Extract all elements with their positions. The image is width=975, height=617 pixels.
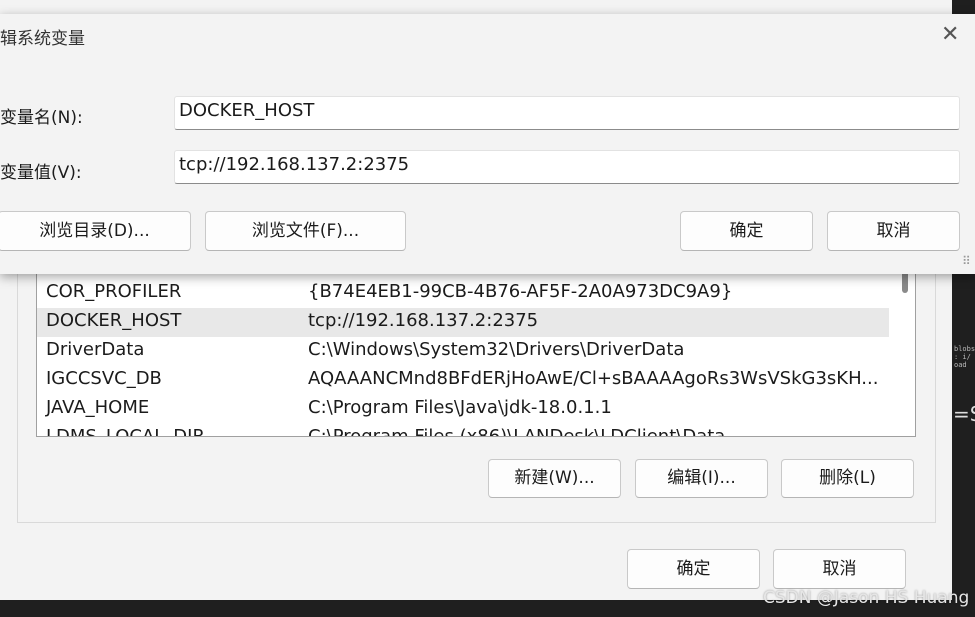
edit-system-variable-dialog: 辑系统变量 ✕ 变量名(N): DOCKER_HOST 变量值(V): tcp:…: [0, 14, 975, 274]
list-item[interactable]: LDMS_LOCAL_DIR C:\Program Files (x86)\LA…: [37, 424, 889, 437]
variable-value: AQAAANCMnd8BFdERjHoAwE/Cl+sBAAAAgoRs3WsV…: [308, 368, 879, 389]
list-scrollbar[interactable]: [899, 271, 909, 436]
variable-name-label: 变量名(N):: [0, 108, 83, 128]
variable-value: tcp://192.168.137.2:2375: [308, 310, 539, 331]
variable-value: C:\Program Files (x86)\LANDesk\LDClient\…: [308, 426, 726, 437]
dialog-ok-button[interactable]: 确定: [680, 211, 813, 251]
variable-value: C:\Windows\System32\Drivers\DriverData: [308, 339, 685, 360]
new-variable-button[interactable]: 新建(W)...: [488, 459, 621, 498]
list-item-selected[interactable]: DOCKER_HOST tcp://192.168.137.2:2375: [37, 308, 889, 337]
variable-name: JAVA_HOME: [46, 397, 150, 418]
main-cancel-button[interactable]: 取消: [773, 549, 906, 589]
main-ok-button[interactable]: 确定: [627, 549, 760, 589]
list-item[interactable]: JAVA_HOME C:\Program Files\Java\jdk-18.0…: [37, 395, 889, 424]
list-item[interactable]: DriverData C:\Windows\System32\Drivers\D…: [37, 337, 889, 366]
system-variables-list[interactable]: COR_PROFILER {B74E4EB1-99CB-4B76-AF5F-2A…: [36, 270, 916, 437]
variable-value-label: 变量值(V):: [0, 163, 82, 183]
list-item[interactable]: IGCCSVC_DB AQAAANCMnd8BFdERjHoAwE/Cl+sBA…: [37, 366, 889, 395]
delete-variable-button[interactable]: 删除(L): [781, 459, 914, 498]
variable-name: DOCKER_HOST: [46, 310, 182, 331]
variable-value-input[interactable]: tcp://192.168.137.2:2375: [174, 150, 960, 184]
edit-variable-button[interactable]: 编辑(I)...: [635, 459, 768, 498]
terminal-text-fragment: blobs: i/oad: [954, 345, 975, 369]
variable-value: C:\Program Files\Java\jdk-18.0.1.1: [308, 397, 612, 418]
terminal-text-fragment: =S: [953, 402, 975, 426]
browse-directory-button[interactable]: 浏览目录(D)...: [0, 211, 191, 251]
variable-value: {B74E4EB1-99CB-4B76-AF5F-2A0A973DC9A9}: [308, 281, 733, 302]
list-item[interactable]: COR_PROFILER {B74E4EB1-99CB-4B76-AF5F-2A…: [37, 279, 889, 308]
resize-grip-icon[interactable]: ⠿: [962, 255, 972, 267]
variable-name: COR_PROFILER: [46, 281, 182, 302]
browse-file-button[interactable]: 浏览文件(F)...: [205, 211, 406, 251]
scrollbar-thumb[interactable]: [902, 271, 908, 293]
watermark: CSDN @Jason HS Huang: [763, 588, 970, 608]
variable-name: LDMS_LOCAL_DIR: [46, 426, 205, 437]
dialog-cancel-button[interactable]: 取消: [827, 211, 960, 251]
variable-name: IGCCSVC_DB: [46, 368, 162, 389]
variable-name: DriverData: [46, 339, 145, 360]
variable-name-input[interactable]: DOCKER_HOST: [174, 96, 960, 130]
close-icon[interactable]: ✕: [941, 22, 959, 47]
dialog-title: 辑系统变量: [0, 29, 85, 49]
